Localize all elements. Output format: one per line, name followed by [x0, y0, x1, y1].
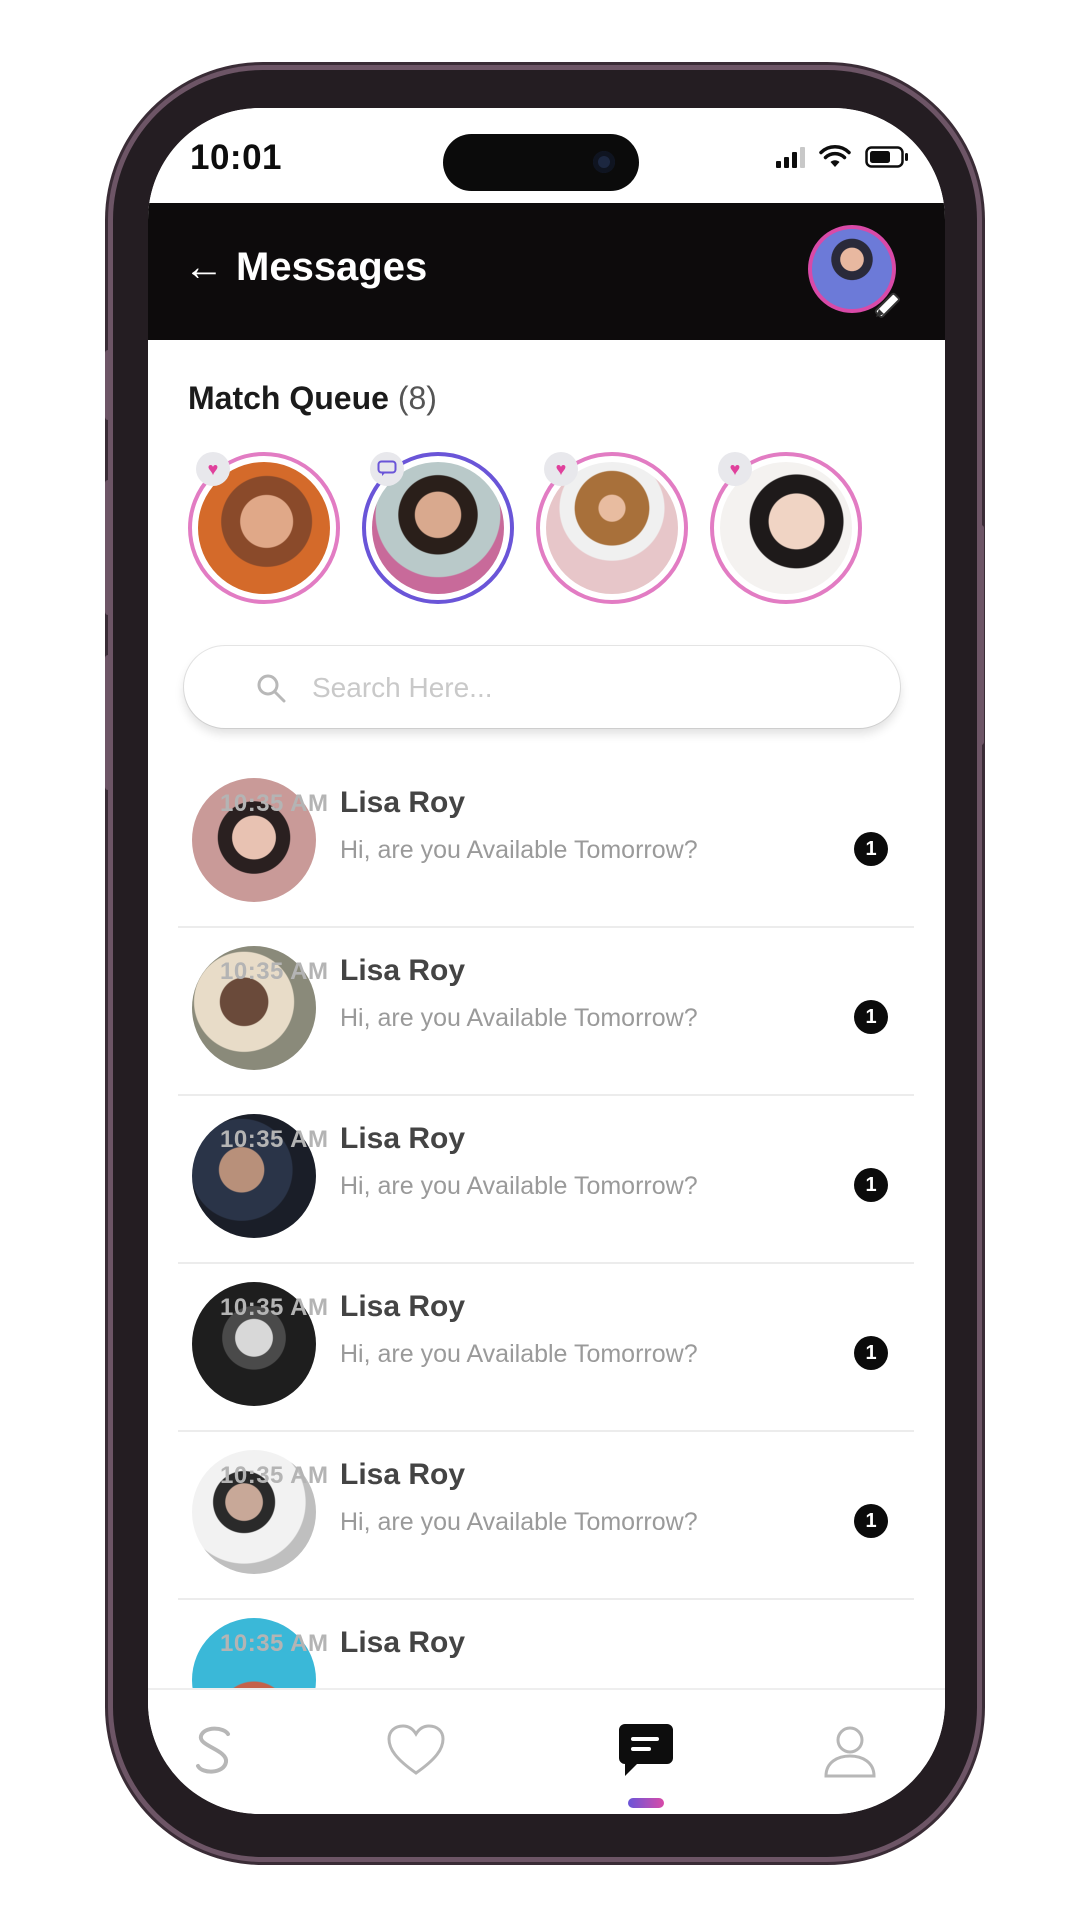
wifi-icon: [819, 145, 851, 167]
nav-messages[interactable]: [606, 1710, 686, 1790]
page-title: Messages: [236, 245, 428, 289]
match-avatar-3[interactable]: ♥: [536, 452, 688, 604]
mute-switch: [105, 350, 112, 420]
status-time: 10:01: [190, 138, 283, 177]
message-time: 10:35 AM: [220, 958, 329, 985]
status-bar: 10:01: [148, 108, 945, 203]
messages-header: ← Messages: [148, 203, 945, 340]
message-time: 10:35 AM: [220, 1630, 329, 1657]
message-preview: Hi, are you Available Tomorrow?: [340, 1508, 698, 1536]
message-preview: Hi, are you Available Tomorrow?: [340, 1172, 698, 1200]
unread-badge: 1: [854, 1000, 888, 1034]
match-queue-count: (8): [397, 380, 437, 416]
unread-badge: 1: [854, 1504, 888, 1538]
bottom-navigation: [148, 1688, 945, 1814]
conversation-list: Lisa Roy Hi, are you Available Tomorrow?…: [148, 758, 945, 1793]
back-arrow-icon[interactable]: ←: [184, 247, 224, 287]
message-preview: Hi, are you Available Tomorrow?: [340, 1340, 698, 1368]
message-preview: Hi, are you Available Tomorrow?: [340, 1004, 698, 1032]
active-tab-indicator: [628, 1798, 664, 1808]
heart-icon: ♥: [718, 452, 752, 486]
match-queue-title: Match Queue: [188, 380, 389, 416]
message-time: 10:35 AM: [220, 1294, 329, 1321]
heart-icon: ♥: [196, 452, 230, 486]
nav-profile[interactable]: [810, 1710, 890, 1790]
search-icon: [257, 674, 286, 703]
dynamic-island: [443, 134, 639, 191]
volume-down-button: [105, 655, 112, 790]
volume-up-button: [105, 480, 112, 615]
heart-icon: [387, 1724, 445, 1775]
unread-badge: 1: [854, 832, 888, 866]
search-bar[interactable]: [184, 646, 900, 728]
nav-likes[interactable]: [376, 1710, 456, 1790]
profile-icon: [824, 1726, 876, 1778]
match-avatar-1[interactable]: ♥: [188, 452, 340, 604]
match-avatar-2[interactable]: [362, 452, 514, 604]
message-preview: Hi, are you Available Tomorrow?: [340, 836, 698, 864]
message-time: 10:35 AM: [220, 1126, 329, 1153]
message-time: 10:35 AM: [220, 790, 329, 817]
search-input[interactable]: [310, 666, 854, 710]
unread-badge: 1: [854, 1168, 888, 1202]
camera-icon: [593, 151, 615, 173]
battery-icon: [865, 146, 908, 168]
match-queue-label: Match Queue (8): [188, 380, 437, 417]
unread-badge: 1: [854, 1336, 888, 1370]
match-avatar-4[interactable]: ♥: [710, 452, 862, 604]
conversation-item[interactable]: Lisa Roy Hi, are you Available Tomorrow?…: [178, 1430, 914, 1600]
conversation-item[interactable]: Lisa Roy Hi, are you Available Tomorrow?…: [178, 758, 914, 928]
conversation-item[interactable]: Lisa Roy Hi, are you Available Tomorrow?…: [178, 1094, 914, 1264]
pencil-edit-icon[interactable]: [870, 287, 906, 323]
heart-icon: ♥: [544, 452, 578, 486]
status-icons: [776, 142, 909, 172]
conversation-item[interactable]: Lisa Roy Hi, are you Available Tomorrow?…: [178, 926, 914, 1096]
chat-icon: [619, 1724, 673, 1776]
nav-swipe[interactable]: [174, 1710, 254, 1790]
chat-icon: [370, 452, 404, 486]
signal-icon: [776, 146, 805, 168]
swipe-s-icon: [196, 1726, 230, 1774]
app-screen: 10:01 ← Messages Match Queue (8) ♥ ♥ ♥ S…: [148, 108, 945, 1814]
conversation-item[interactable]: Lisa Roy Hi, are you Available Tomorrow?…: [178, 1262, 914, 1432]
message-time: 10:35 AM: [220, 1462, 329, 1489]
power-button: [977, 525, 984, 745]
